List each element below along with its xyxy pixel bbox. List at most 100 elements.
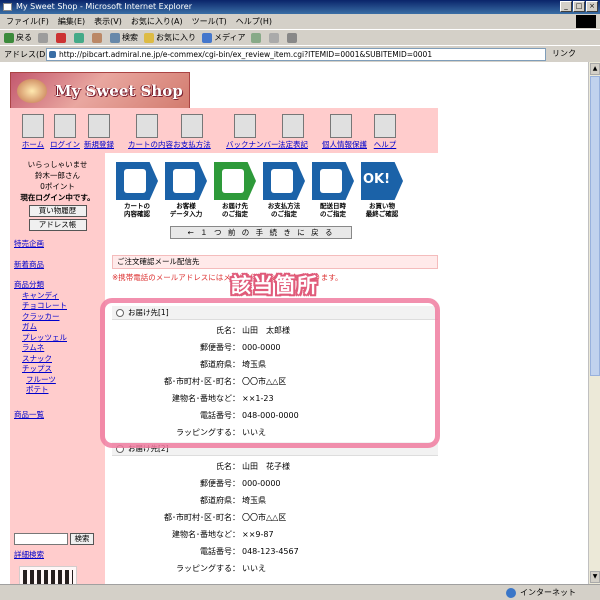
nav-register[interactable]: 新規登録: [80, 114, 118, 150]
stop-button[interactable]: [56, 32, 68, 43]
door-icon: [54, 114, 76, 138]
back-step-button[interactable]: ← １ つ 前 の 手 続 き に 戻 る: [170, 226, 352, 239]
greeting-block: いらっしゃいませ 鈴木一郎さん 0ポイント 現在ログイン中です。 買い物履歴 ア…: [10, 153, 105, 231]
menu-help[interactable]: ヘルプ(H): [236, 16, 272, 27]
minimize-button[interactable]: _: [560, 1, 572, 12]
back-button[interactable]: 戻る: [4, 32, 32, 43]
dest2-name-row: 氏名： 山田 花子様: [216, 462, 290, 471]
link-fruit[interactable]: フルーツ: [14, 375, 67, 386]
menu-tools[interactable]: ツール(T): [192, 16, 227, 27]
link-chocolate[interactable]: チョコレート: [14, 301, 67, 312]
callout-label: 該当箇所: [231, 273, 319, 297]
dest2-tel-row: 電話番号： 048-123-4567: [200, 547, 299, 556]
delivery-step-icon: [214, 162, 256, 200]
greeting-text: いらっしゃいませ: [27, 160, 88, 169]
scroll-up-arrow-icon[interactable]: ▲: [590, 63, 600, 75]
cart-icon: [136, 114, 158, 138]
address-label: アドレス(D): [4, 49, 49, 59]
address-bar: アドレス(D) http://pibcart.admiral.ne.jp/e-c…: [0, 45, 600, 62]
window-title: My Sweet Shop - Microsoft Internet Explo…: [16, 2, 192, 11]
user-name: 鈴木一郎さん: [35, 171, 80, 180]
mail-warning: ※携帯電話のメールアドレスにはメールが届かない場合があります。: [112, 273, 343, 282]
search-submit-button[interactable]: 検索: [70, 533, 94, 545]
confirm-mail-header: ご注文確認メール配信先: [112, 255, 438, 269]
person-icon: [330, 114, 352, 138]
vertical-scrollbar[interactable]: ▲ ▼: [588, 62, 600, 584]
purchase-history-button[interactable]: 買い物履歴: [28, 205, 87, 217]
refresh-button[interactable]: [74, 32, 86, 43]
menu-favorites[interactable]: お気に入り(A): [131, 16, 183, 27]
link-candy[interactable]: キャンディ: [14, 291, 67, 302]
link-pretzel[interactable]: プレッツェル: [14, 333, 67, 344]
print-icon: [287, 32, 298, 43]
mail-icon: [269, 32, 280, 43]
login-status: 現在ログイン中です。: [20, 193, 95, 202]
stop-icon: [56, 32, 66, 43]
magazine-icon: [234, 114, 256, 138]
link-category[interactable]: 商品分類: [14, 280, 67, 291]
favorites-button[interactable]: お気に入り: [144, 32, 196, 43]
link-special[interactable]: 特売企画: [14, 239, 67, 250]
menu-bar: ファイル(F) 編集(E) 表示(V) お気に入り(A) ツール(T) ヘルプ(…: [0, 14, 600, 29]
destination-2: お届け先[2] 氏名： 山田 花子様 郵便番号： 000-0000 都道府県： 埼玉県…: [112, 442, 438, 577]
menu-edit[interactable]: 編集(E): [58, 16, 85, 27]
search-button[interactable]: 検索: [110, 32, 138, 43]
browser-window: My Sweet Shop - Microsoft Internet Explo…: [0, 0, 600, 600]
step-destination: お届け先 のご指定: [210, 162, 260, 218]
step-payment: お支払方法 のご指定: [259, 162, 309, 218]
address-book-button[interactable]: アドレス帳: [28, 219, 87, 231]
print-button[interactable]: [287, 32, 299, 43]
nav-login[interactable]: ログイン: [46, 114, 84, 150]
menu-view[interactable]: 表示(V): [94, 16, 122, 27]
media-button[interactable]: メディア: [202, 32, 245, 43]
link-ramune[interactable]: ラムネ: [14, 343, 67, 354]
nav-payment[interactable]: お支払方法: [173, 114, 211, 150]
scroll-thumb[interactable]: [590, 76, 600, 376]
step-final: OK! お買い物 最終ご確認: [357, 162, 407, 218]
scroll-down-arrow-icon[interactable]: ▼: [590, 571, 600, 583]
advanced-search-link[interactable]: 詳細検索: [14, 549, 44, 560]
link-gum[interactable]: ガム: [14, 322, 67, 333]
dest2-city-row: 都･市町村･区･町名： 〇〇市△△区: [164, 513, 287, 522]
step-customer: お客様 データ入力: [161, 162, 211, 218]
document-icon: [282, 114, 304, 138]
person-step-icon: [165, 162, 207, 200]
search-input[interactable]: [14, 533, 68, 545]
nav-backnumber[interactable]: バックナンバー: [226, 114, 279, 150]
nav-legal[interactable]: 法定表記: [274, 114, 312, 150]
step-delivery-time: 配送日時 のご指定: [308, 162, 358, 218]
forward-arrow-icon: [38, 32, 48, 43]
link-potato[interactable]: ポテト: [14, 385, 67, 396]
ie-icon: [3, 3, 12, 11]
home-button[interactable]: [92, 32, 104, 43]
link-snack[interactable]: スナック: [14, 354, 67, 365]
toolbar: 戻る 検索 お気に入り メディア: [0, 29, 600, 45]
history-button[interactable]: [251, 32, 263, 43]
mail-button[interactable]: [269, 32, 281, 43]
link-new[interactable]: 新着商品: [14, 260, 67, 271]
main-nav: ホーム ログイン 新規登録 カートの内容 お支払方法 バックナンバー 法定表記 …: [10, 108, 438, 153]
address-input[interactable]: http://pibcart.admiral.ne.jp/e-commex/cg…: [46, 48, 546, 61]
step-cart: カートの 内容確認: [112, 162, 162, 218]
dest2-pref-row: 都道府県： 埼玉県: [200, 496, 266, 505]
sidebar-search: 検索: [14, 533, 94, 545]
nav-privacy[interactable]: 個人情報保護: [322, 114, 367, 150]
close-button[interactable]: ×: [586, 1, 598, 12]
link-chips[interactable]: チップス: [14, 364, 67, 375]
maximize-button[interactable]: □: [573, 1, 585, 12]
page-viewport: My Sweet Shop ホーム ログイン 新規登録 カートの内容 お支払方法…: [0, 62, 588, 584]
shop-logo[interactable]: My Sweet Shop: [10, 72, 190, 110]
menu-file[interactable]: ファイル(F): [6, 16, 49, 27]
status-bar: インターネット: [0, 584, 600, 600]
forward-button[interactable]: [38, 32, 50, 43]
qr-code: [19, 566, 77, 584]
link-cracker[interactable]: クラッカー: [14, 312, 67, 323]
cart-step-icon: [116, 162, 158, 200]
card-step-icon: [263, 162, 305, 200]
nav-help[interactable]: ヘルプ: [366, 114, 404, 150]
search-icon: [110, 32, 120, 43]
nav-cart[interactable]: カートの内容: [128, 114, 173, 150]
link-product-list[interactable]: 商品一覧: [14, 410, 67, 421]
house-icon: [22, 114, 44, 138]
links-button[interactable]: リンク: [552, 48, 576, 59]
